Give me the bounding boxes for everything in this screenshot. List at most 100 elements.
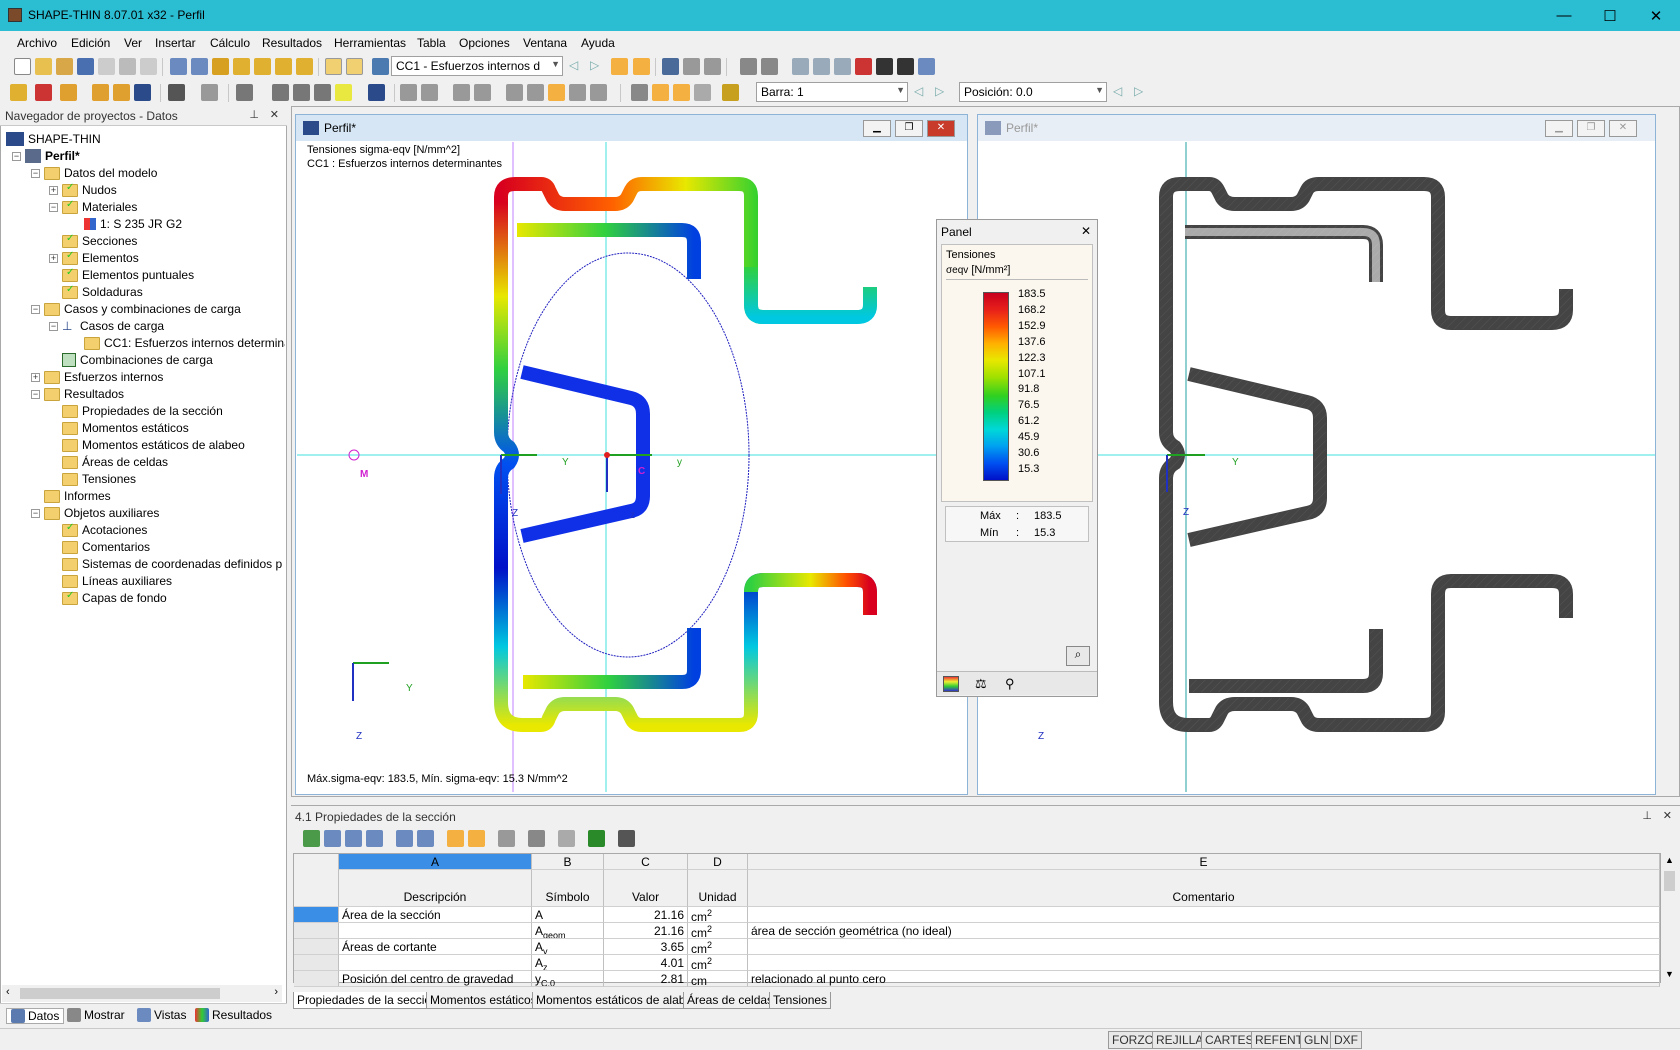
- tab-mostrar[interactable]: Mostrar: [67, 1008, 125, 1022]
- collapse-icon[interactable]: −: [31, 169, 40, 178]
- row-selector[interactable]: [294, 923, 339, 939]
- results-values-icon[interactable]: [633, 58, 650, 75]
- collapse-icon[interactable]: −: [12, 152, 21, 161]
- export-icon[interactable]: [296, 58, 313, 75]
- tree-item[interactable]: Tensiones: [62, 470, 136, 488]
- filter-icon[interactable]: ⚲: [1005, 676, 1015, 692]
- tree-item[interactable]: Capas de fondo: [62, 589, 167, 607]
- cell-descripcion[interactable]: Posición del centro de gravedad: [339, 971, 532, 987]
- column-letter-a[interactable]: A: [339, 854, 532, 870]
- view-icon[interactable]: [683, 58, 700, 75]
- scroll-thumb[interactable]: [1664, 871, 1675, 891]
- zoom-window-icon[interactable]: [272, 84, 289, 101]
- tab-areas-celdas[interactable]: Áreas de celdas: [683, 992, 778, 1009]
- tree-item[interactable]: Casos y combinaciones de carga: [44, 300, 241, 318]
- redo-icon[interactable]: [191, 58, 208, 75]
- status-dxf[interactable]: DXF: [1330, 1031, 1362, 1049]
- table-cursor-icon[interactable]: [528, 830, 545, 847]
- tab-vistas[interactable]: Vistas: [137, 1008, 186, 1022]
- menu-ayuda[interactable]: Ayuda: [581, 36, 615, 50]
- menu-ventana[interactable]: Ventana: [523, 36, 567, 50]
- restore-button[interactable]: ❐: [895, 120, 923, 137]
- cell-valor[interactable]: 21.16: [604, 907, 688, 923]
- close-icon[interactable]: ✕: [270, 108, 279, 121]
- position-combo[interactable]: Posición: 0.0 ▼: [959, 82, 1107, 102]
- previous-bar-icon[interactable]: ◁: [914, 84, 931, 101]
- close-icon[interactable]: ✕: [1663, 809, 1672, 822]
- cell-unidad[interactable]: cm2: [688, 907, 748, 923]
- table-icon[interactable]: [325, 58, 342, 75]
- menu-herramientas[interactable]: Herramientas: [334, 36, 406, 50]
- table-highlight-icon[interactable]: [447, 830, 464, 847]
- tree-item[interactable]: 1: S 235 JR G2: [84, 215, 182, 233]
- tree-item[interactable]: Combinaciones de carga: [62, 351, 213, 369]
- next-bar-icon[interactable]: ▷: [935, 84, 952, 101]
- shear-qz-icon[interactable]: [421, 84, 438, 101]
- column-letter-e[interactable]: E: [748, 854, 1660, 870]
- edit-icon[interactable]: [212, 58, 229, 75]
- tree-item[interactable]: Áreas de celdas: [62, 453, 168, 471]
- tree-item-perfil[interactable]: Perfil*: [25, 147, 80, 165]
- cell-simbolo[interactable]: Ageom: [532, 923, 604, 939]
- cell-descripcion[interactable]: [339, 955, 532, 971]
- cell-simbolo[interactable]: Ay: [532, 939, 604, 955]
- tree-item[interactable]: Soldaduras: [62, 283, 143, 301]
- tree-item[interactable]: CC1: Esfuerzos internos determina: [84, 334, 285, 352]
- percent-icon[interactable]: [569, 84, 586, 101]
- cell-unidad[interactable]: cm2: [688, 939, 748, 955]
- close-icon[interactable]: ✕: [1081, 224, 1091, 238]
- omega-icon[interactable]: [453, 84, 470, 101]
- table-select-icon[interactable]: [468, 830, 485, 847]
- shear-qy-icon[interactable]: [400, 84, 417, 101]
- expand-icon[interactable]: +: [49, 254, 58, 263]
- row-selector[interactable]: [294, 907, 339, 923]
- sigma-v-icon[interactable]: [548, 84, 565, 101]
- expand-icon[interactable]: +: [49, 186, 58, 195]
- weld-icon[interactable]: [168, 84, 185, 101]
- cell-unidad[interactable]: cm2: [688, 955, 748, 971]
- frame-icon[interactable]: [694, 84, 711, 101]
- grid-snap-icon[interactable]: [740, 58, 757, 75]
- tree-item[interactable]: ⊥ Casos de carga: [62, 317, 164, 335]
- cell-simbolo[interactable]: yC,0: [532, 971, 604, 987]
- tree-item[interactable]: Materiales: [62, 198, 137, 216]
- axis-icon[interactable]: [368, 84, 385, 101]
- menu-ver[interactable]: Ver: [124, 36, 142, 50]
- close-button[interactable]: ✕: [1633, 0, 1679, 31]
- measure-icon[interactable]: [761, 58, 778, 75]
- ruler-icon[interactable]: [631, 84, 648, 101]
- collapse-icon[interactable]: −: [49, 203, 58, 212]
- next-icon[interactable]: ▷: [590, 58, 607, 75]
- settings-icon[interactable]: [897, 58, 914, 75]
- undo-icon[interactable]: [170, 58, 187, 75]
- minimize-button[interactable]: —: [1541, 0, 1587, 31]
- tree-item[interactable]: Momentos estáticos: [62, 419, 189, 437]
- table-scrollbar[interactable]: ▲ ▼: [1661, 853, 1678, 983]
- loadcase-combo[interactable]: CC1 - Esfuerzos internos d ▼: [391, 56, 563, 76]
- column-letter-c[interactable]: C: [604, 854, 688, 870]
- scroll-up-icon[interactable]: ▲: [1665, 855, 1674, 865]
- tree-item[interactable]: Informes: [44, 487, 111, 505]
- status-rejilla[interactable]: REJILLA: [1152, 1031, 1208, 1049]
- tree-item[interactable]: Nudos: [62, 181, 117, 199]
- table-sort-icon[interactable]: [345, 830, 362, 847]
- new-file-icon[interactable]: [14, 58, 31, 75]
- status-gln[interactable]: GLN: [1300, 1031, 1333, 1049]
- excel-icon[interactable]: [588, 830, 605, 847]
- node-icon[interactable]: [10, 84, 27, 101]
- open-project-icon[interactable]: [56, 58, 73, 75]
- mirror-icon[interactable]: [834, 58, 851, 75]
- tree-item[interactable]: Elementos: [62, 249, 139, 267]
- column-letter-b[interactable]: B: [532, 854, 604, 870]
- show-extremes-icon[interactable]: [673, 84, 690, 101]
- collapse-icon[interactable]: −: [49, 322, 58, 331]
- column-letter-d[interactable]: D: [688, 854, 748, 870]
- zoom-all-icon[interactable]: [293, 84, 310, 101]
- pan-icon[interactable]: [314, 84, 331, 101]
- select-icon[interactable]: [236, 84, 253, 101]
- collapse-icon[interactable]: −: [31, 509, 40, 518]
- dimension-icon[interactable]: [201, 84, 218, 101]
- tab-propiedades-seccion[interactable]: Propiedades de la sección: [293, 992, 442, 1009]
- search-icon[interactable]: [233, 58, 250, 75]
- tree-item[interactable]: Momentos estáticos de alabeo: [62, 436, 245, 454]
